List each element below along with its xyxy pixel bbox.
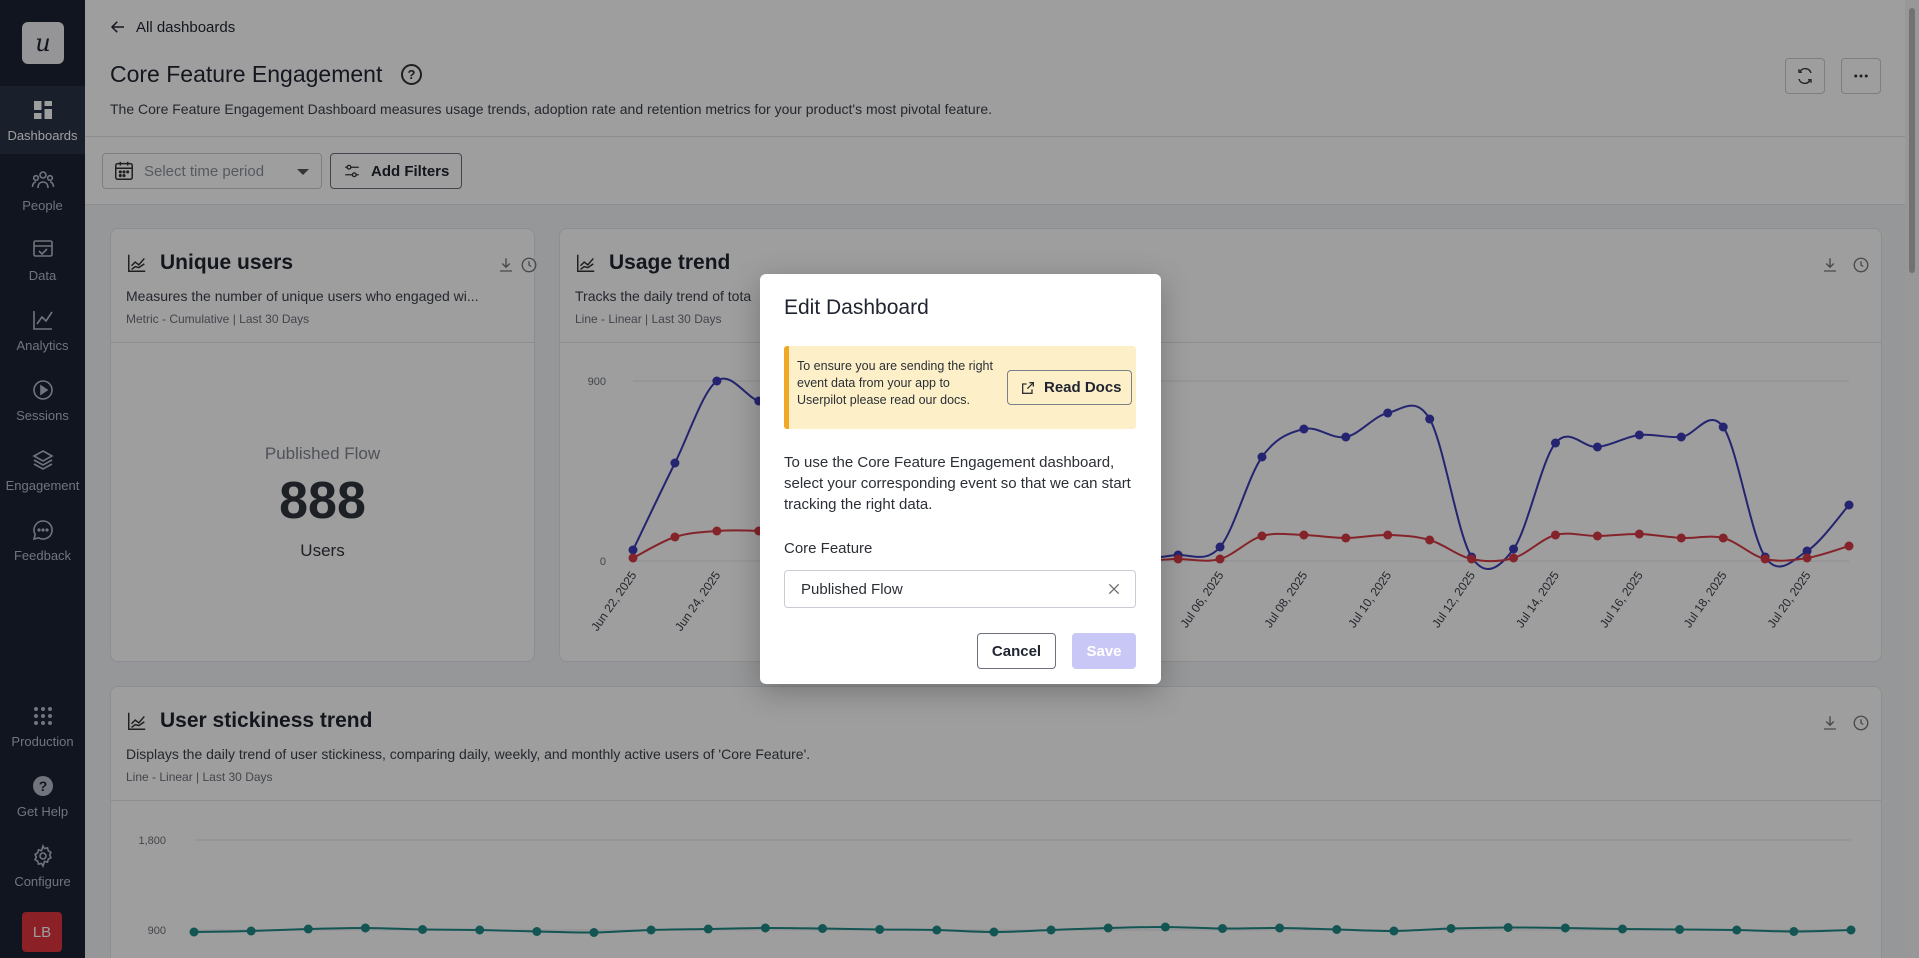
external-link-icon bbox=[1022, 381, 1034, 394]
cancel-button[interactable]: Cancel bbox=[977, 633, 1056, 669]
read-docs-button[interactable]: Read Docs bbox=[1007, 370, 1132, 405]
modal-title: Edit Dashboard bbox=[784, 296, 929, 319]
notice-text: To ensure you are sending the right even… bbox=[797, 359, 993, 407]
docs-notice: To ensure you are sending the right even… bbox=[784, 346, 1136, 429]
read-docs-label: Read Docs bbox=[1044, 379, 1122, 396]
close-icon[interactable] bbox=[1107, 582, 1121, 596]
core-feature-label: Core Feature bbox=[784, 540, 873, 557]
core-feature-value: Published Flow bbox=[801, 580, 903, 598]
modal-body-text: To use the Core Feature Engagement dashb… bbox=[784, 454, 1131, 513]
edit-dashboard-modal: Edit Dashboard To ensure you are sending… bbox=[760, 274, 1161, 684]
core-feature-select[interactable]: Published Flow bbox=[784, 570, 1136, 608]
save-button[interactable]: Save bbox=[1072, 633, 1136, 669]
